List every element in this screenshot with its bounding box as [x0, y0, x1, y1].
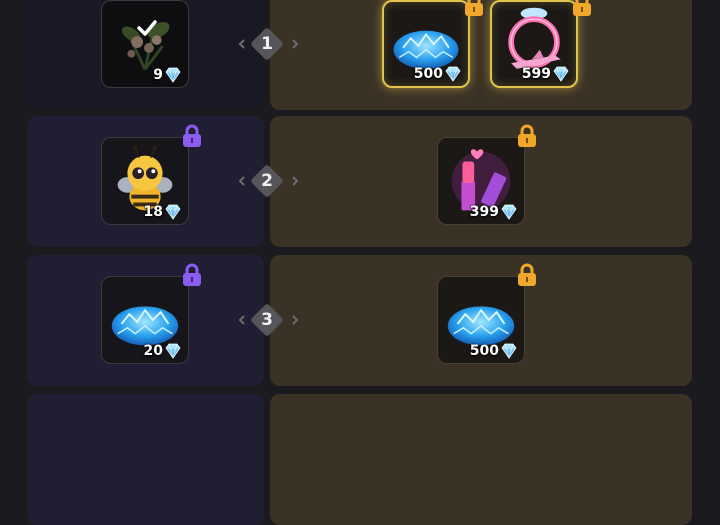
chevron-left-icon — [238, 315, 245, 325]
diamond-currency-icon — [165, 343, 181, 359]
free-reward-panel — [27, 394, 264, 525]
free-lock-icon — [183, 263, 201, 286]
price-label: 9 — [153, 67, 182, 83]
free-reward-tile[interactable]: 20 — [101, 276, 189, 364]
chevron-right-icon — [292, 315, 299, 325]
premium-lock-icon — [518, 263, 536, 286]
price-value: 500 — [413, 66, 443, 82]
chevron-right-icon — [292, 39, 299, 49]
reward-row-1: 9 1 500 599 — [0, 0, 720, 110]
chevron-left-icon — [238, 176, 245, 186]
price-label: 599 — [522, 66, 570, 82]
price-value: 9 — [153, 67, 163, 83]
price-label: 399 — [470, 204, 518, 220]
premium-lock-icon — [465, 0, 483, 16]
checkmark-icon — [137, 20, 157, 36]
reward-row-4-partial — [0, 394, 720, 525]
reward-row-3: 20 3 500 — [0, 255, 720, 386]
level-marker: 3 — [249, 302, 285, 338]
diamond-currency-icon — [501, 204, 517, 220]
price-label: 500 — [470, 343, 518, 359]
diamond-currency-icon — [501, 343, 517, 359]
premium-reward-panel — [270, 394, 692, 525]
free-reward-tile[interactable]: 9 — [101, 0, 189, 88]
premium-reward-tile[interactable]: 500 — [382, 0, 470, 88]
price-value: 18 — [143, 204, 163, 220]
free-lock-icon — [183, 124, 201, 147]
price-label: 500 — [414, 66, 462, 82]
level-number: 2 — [261, 171, 273, 191]
price-label: 18 — [144, 204, 182, 220]
diamond-currency-icon — [445, 66, 461, 82]
premium-reward-tile[interactable]: 599 — [490, 0, 578, 88]
premium-lock-icon — [518, 124, 536, 147]
level-marker: 2 — [249, 163, 285, 199]
price-value: 399 — [469, 204, 499, 220]
level-number: 3 — [261, 310, 273, 330]
level-number: 1 — [261, 34, 273, 54]
premium-reward-tile[interactable]: 500 — [437, 276, 525, 364]
diamond-currency-icon — [553, 66, 569, 82]
price-label: 20 — [144, 343, 182, 359]
reward-row-2: 18 2 399 — [0, 116, 720, 247]
chevron-right-icon — [292, 176, 299, 186]
diamond-currency-icon — [165, 204, 181, 220]
free-reward-tile[interactable]: 18 — [101, 137, 189, 225]
price-value: 599 — [521, 66, 551, 82]
chevron-left-icon — [238, 39, 245, 49]
diamond-currency-icon — [165, 67, 181, 83]
premium-reward-tile[interactable]: 399 — [437, 137, 525, 225]
premium-lock-icon — [573, 0, 591, 16]
level-marker: 1 — [249, 26, 285, 62]
price-value: 20 — [143, 343, 163, 359]
price-value: 500 — [469, 343, 499, 359]
